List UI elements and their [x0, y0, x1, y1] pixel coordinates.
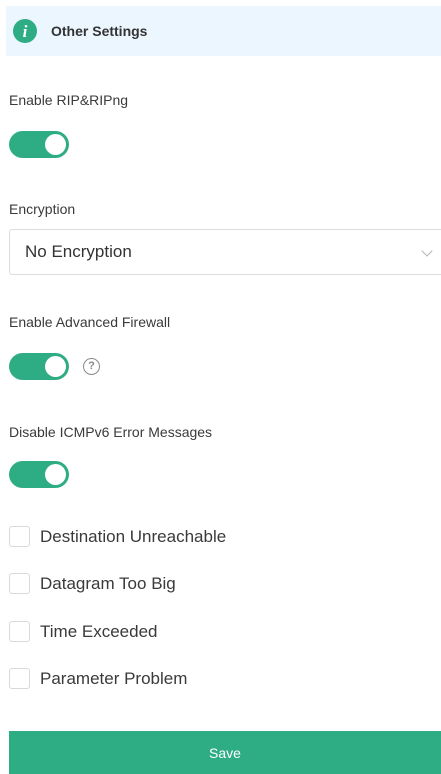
encryption-label: Encryption [9, 201, 76, 217]
section-header: i Other Settings [6, 6, 441, 56]
chevron-down-icon [421, 245, 433, 257]
checkbox-box[interactable] [9, 526, 30, 547]
checkbox-box[interactable] [9, 573, 30, 594]
toggle-knob [45, 464, 66, 485]
save-button[interactable]: Save [9, 731, 441, 774]
section-title: Other Settings [51, 23, 148, 39]
checkbox-destination-unreachable[interactable]: Destination Unreachable [9, 526, 226, 547]
other-settings-page: i Other Settings Enable RIP&RIPng Encryp… [0, 0, 441, 774]
checkbox-box[interactable] [9, 668, 30, 689]
help-icon[interactable]: ? [83, 358, 100, 375]
checkbox-box[interactable] [9, 621, 30, 642]
checkbox-label: Parameter Problem [40, 668, 188, 688]
icmpv6-label: Disable ICMPv6 Error Messages [9, 424, 213, 440]
firewall-label: Enable Advanced Firewall [9, 314, 171, 330]
encryption-select[interactable]: No Encryption [9, 229, 441, 275]
checkbox-datagram-too-big[interactable]: Datagram Too Big [9, 573, 176, 594]
checkbox-parameter-problem[interactable]: Parameter Problem [9, 668, 187, 689]
toggle-knob [45, 356, 66, 377]
encryption-select-value: No Encryption [25, 242, 132, 261]
checkbox-label: Datagram Too Big [40, 573, 176, 593]
info-icon: i [13, 19, 37, 43]
checkbox-time-exceeded[interactable]: Time Exceeded [9, 621, 157, 642]
checkbox-label: Time Exceeded [40, 621, 158, 641]
icmpv6-toggle[interactable] [9, 461, 69, 488]
rip-toggle[interactable] [9, 131, 69, 158]
toggle-knob [45, 134, 66, 155]
checkbox-label: Destination Unreachable [40, 526, 227, 546]
firewall-toggle[interactable] [9, 353, 69, 380]
rip-label: Enable RIP&RIPng [9, 92, 129, 108]
